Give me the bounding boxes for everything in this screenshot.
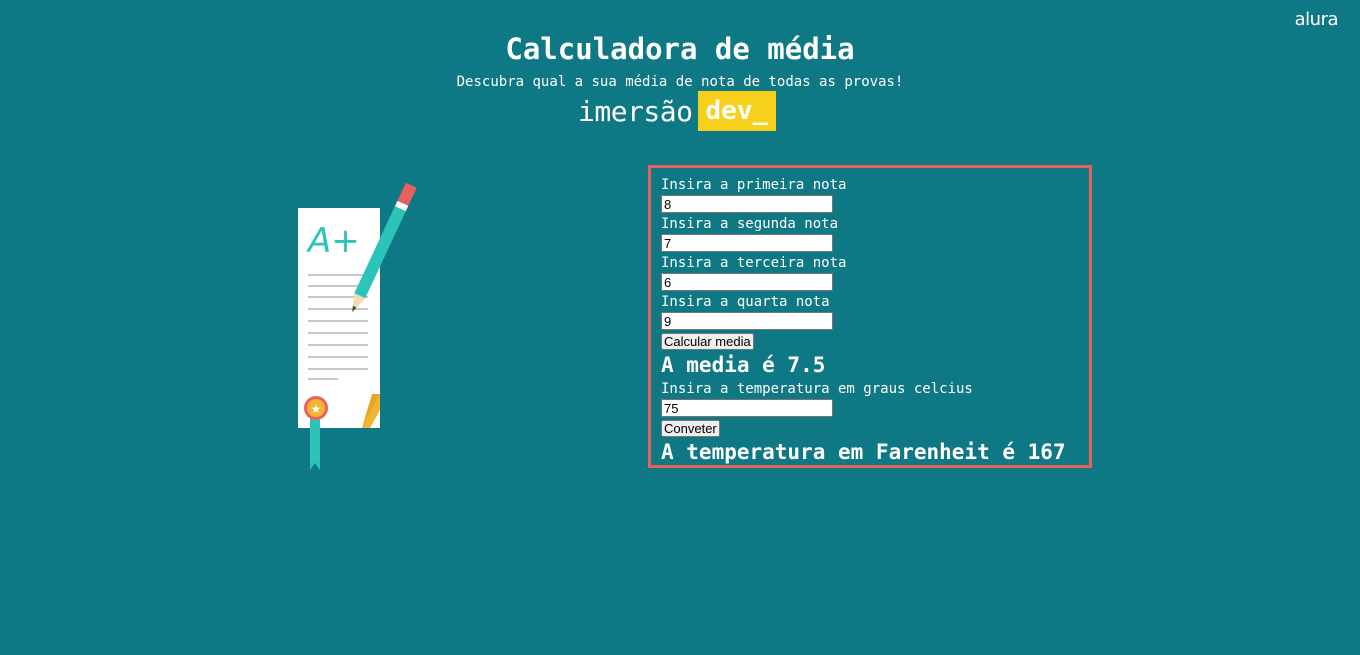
svg-text:★: ★ xyxy=(311,402,322,416)
brand-badge: dev_ xyxy=(697,91,777,131)
first-grade-input[interactable] xyxy=(661,195,833,213)
alura-logo[interactable]: alura xyxy=(1295,9,1339,30)
third-grade-label: Insira a terceira nota xyxy=(661,255,847,271)
graded-paper-with-pencil-icon: A+ ★ xyxy=(290,180,420,475)
fourth-grade-label: Insira a quarta nota xyxy=(661,294,830,310)
second-grade-label: Insira a segunda nota xyxy=(661,216,839,232)
first-grade-label: Insira a primeira nota xyxy=(661,177,847,193)
convert-button[interactable]: Conveter xyxy=(661,420,720,437)
calculator-form: Insira a primeira nota Insira a segunda … xyxy=(648,165,1092,468)
third-grade-input[interactable] xyxy=(661,273,833,291)
page-title: Calculadora de média xyxy=(505,32,855,66)
imersao-dev-brand: imersão dev_ xyxy=(578,91,777,131)
temperature-input[interactable] xyxy=(661,399,833,417)
average-result: A media é 7.5 xyxy=(661,353,826,377)
temperature-label: Insira a temperatura em graus celcius xyxy=(661,381,973,397)
page-subtitle: Descubra qual a sua média de nota de tod… xyxy=(456,74,904,90)
second-grade-input[interactable] xyxy=(661,234,833,252)
brand-word: imersão xyxy=(578,94,693,128)
calculate-average-button[interactable]: Calcular media xyxy=(661,333,754,350)
temperature-result: A temperatura em Farenheit é 167 xyxy=(661,440,1066,464)
grade-text: A+ xyxy=(306,221,360,261)
fourth-grade-input[interactable] xyxy=(661,312,833,330)
